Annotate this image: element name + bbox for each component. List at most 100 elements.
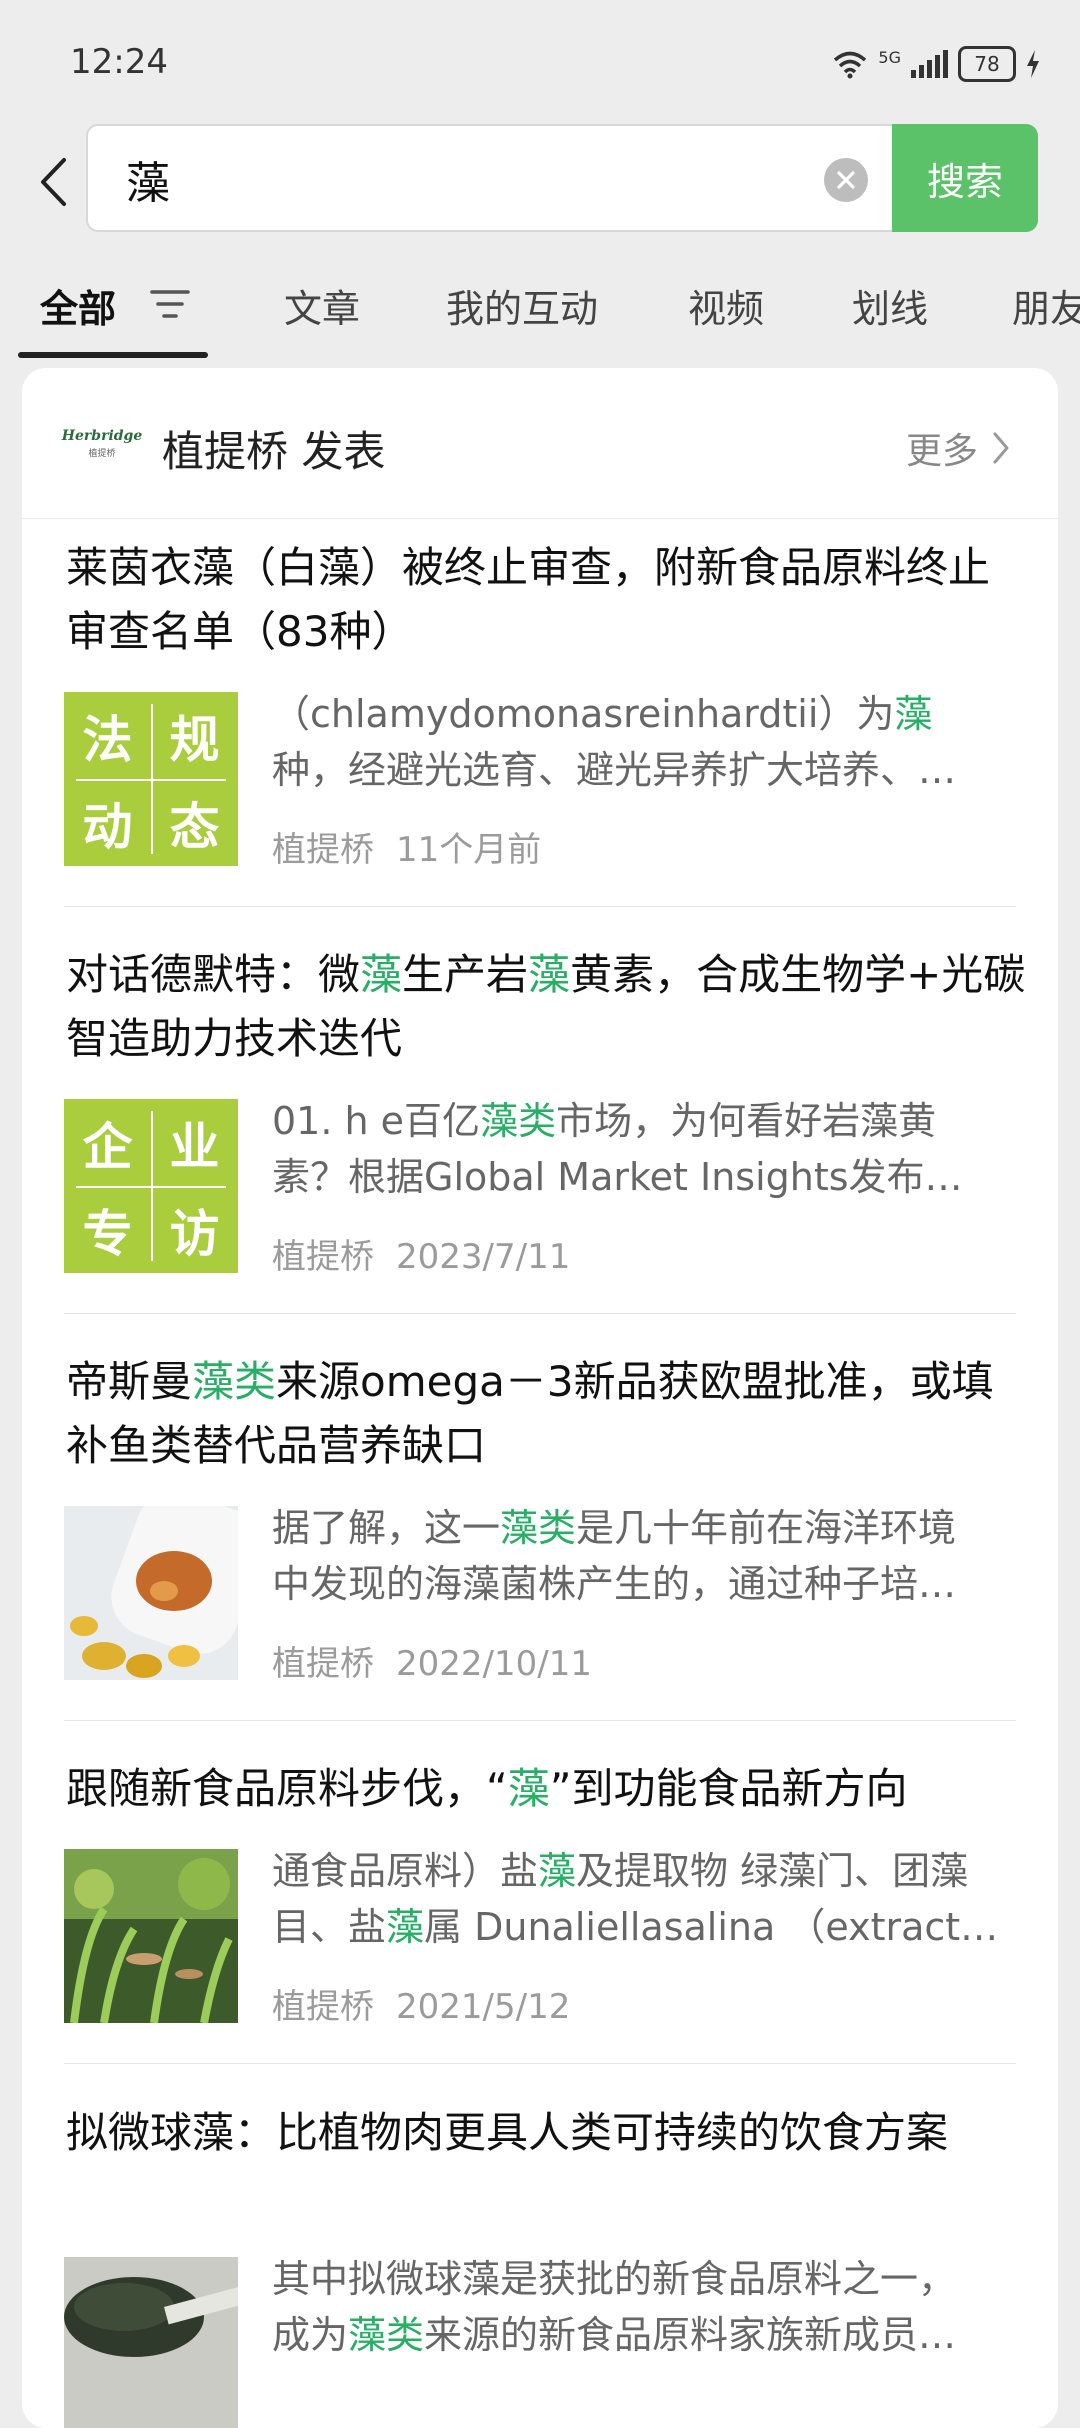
thumbnail-image [64, 1849, 238, 2023]
text-run: 生产岩 [402, 950, 529, 999]
thumbnail-image [64, 1506, 238, 1680]
article-item[interactable]: 对话德默特：微藻生产岩藻黄素，合成生物学+光碳智造助力技术迭代企业专访 01. h… [22, 925, 1058, 1332]
tab-bar: 全部 文章 我的互动 视频 划线 朋友 [0, 260, 1080, 360]
article-source: 植提桥 [272, 1237, 374, 1277]
active-tab-indicator [18, 352, 208, 358]
text-run: 据了解，这一 [272, 1506, 501, 1550]
badge-char: 规 [169, 709, 220, 769]
text-run: 成为 [272, 2313, 349, 2357]
text-run: 及提取物 绿藻门、团藻 [576, 1849, 969, 1893]
chevron-right-icon [993, 432, 1009, 464]
article-date: 2022/10/11 [396, 1644, 592, 1684]
article-snippet: 通食品原料）盐藻及提取物 绿藻门、团藻 目、盐藻属 Dunaliellasalin… [272, 1843, 1032, 1955]
keyword-highlight: 藻类 [348, 2313, 425, 2357]
text-run: 跟随新食品原料步伐，“ [66, 1764, 508, 1813]
search-box[interactable] [86, 124, 892, 232]
article-thumbnail[interactable]: 法规动态 [64, 692, 238, 866]
results-card: Herbridge 植提桥 植提桥 发表 更多 莱茵衣藻（白藻）被终止审查，附新… [22, 368, 1058, 2428]
article-snippet: （chlamydomonasreinhardtii）为藻种，经避光选育、避光异养… [272, 686, 1032, 798]
text-run: 目、盐 [272, 1905, 387, 1949]
search-header: 搜索 [0, 120, 1080, 240]
tab-underlines[interactable]: 划线 [852, 278, 928, 333]
article-divider [64, 906, 1016, 907]
text-run: 其中拟微球藻是获批的新食品原料之一， [272, 2257, 957, 2301]
text-run: 对话德默特：微 [66, 950, 361, 999]
clear-search-button[interactable] [824, 158, 868, 202]
article-thumbnail[interactable]: 企业专访 [64, 1099, 238, 1273]
tab-my-interactions[interactable]: 我的互动 [446, 278, 598, 333]
keyword-highlight: 藻 [528, 950, 571, 999]
article-source: 植提桥 [272, 830, 374, 870]
status-time: 12:24 [70, 42, 168, 82]
text-run: 中发现的海藻菌株产生的，通过种子培… [272, 1562, 957, 1606]
article-title[interactable]: 对话德默特：微藻生产岩藻黄素，合成生物学+光碳智造助力技术迭代 [66, 943, 1026, 1071]
article-meta: 植提桥 2021/5/12 [272, 1979, 570, 2028]
article-source: 植提桥 [272, 1644, 374, 1684]
keyword-highlight: 藻类 [500, 1506, 577, 1550]
snippet-line: 01. h e百亿藻类市场，为何看好岩藻黄 [272, 1093, 1032, 1149]
keyword-highlight: 藻 [894, 692, 933, 736]
search-button[interactable]: 搜索 [892, 124, 1038, 232]
article-date: 2021/5/12 [396, 1987, 571, 2027]
tab-all[interactable]: 全部 [40, 278, 116, 333]
article-thumbnail[interactable] [64, 2257, 238, 2428]
article-title[interactable]: 拟微球藻：比植物肉更具人类可持续的饮食方案 [66, 2101, 1026, 2165]
text-run: 市场，为何看好岩藻黄 [556, 1099, 937, 1143]
snippet-line: （chlamydomonasreinhardtii）为藻 [272, 686, 1032, 742]
status-bar: 12:24 5G 78 [0, 0, 1080, 120]
snippet-line: 中发现的海藻菌株产生的，通过种子培… [272, 1556, 1032, 1612]
account-title: 植提桥 发表 [162, 427, 386, 476]
article-meta: 植提桥 2022/10/11 [272, 1636, 592, 1685]
tab-videos[interactable]: 视频 [688, 278, 764, 333]
article-meta: 植提桥 2023/7/11 [272, 1229, 570, 1278]
text-run: 是几十年前在海洋环境 [576, 1506, 957, 1550]
snippet-line: 据了解，这一藻类是几十年前在海洋环境 [272, 1500, 1032, 1556]
text-run: 属 Dunaliellasalina （extract… [424, 1905, 999, 1949]
status-icons: 5G 78 [832, 46, 1040, 82]
filter-icon[interactable] [148, 286, 192, 322]
thumbnail-badge: 法规动态 [64, 692, 238, 866]
logo-text: Herbridge [61, 427, 143, 444]
badge-char: 访 [169, 1203, 220, 1263]
text-run: 拟微球藻：比植物肉更具人类可持续的饮食方案 [66, 2108, 949, 2157]
search-input[interactable] [124, 126, 808, 232]
tab-friends[interactable]: 朋友 [1012, 278, 1080, 333]
charging-icon [1027, 50, 1039, 78]
article-thumbnail[interactable] [64, 1849, 238, 2023]
article-snippet: 01. h e百亿藻类市场，为何看好岩藻黄素？根据Global Market I… [272, 1093, 1032, 1205]
snippet-line: 目、盐藻属 Dunaliellasalina （extract… [272, 1899, 1032, 1955]
article-title[interactable]: 帝斯曼藻类来源omega－3新品获欧盟批准，或填补鱼类替代品营养缺口 [66, 1350, 1026, 1478]
back-button[interactable] [28, 152, 78, 212]
article-thumbnail[interactable] [64, 1506, 238, 1680]
article-date: 11个月前 [396, 830, 542, 870]
article-title[interactable]: 莱茵衣藻（白藻）被终止审查，附新食品原料终止审查名单（83种） [66, 536, 1026, 664]
tab-articles[interactable]: 文章 [284, 278, 360, 333]
text-run: 素？根据Global Market Insights发布… [272, 1155, 963, 1199]
text-run: 来源的新食品原料家族新成员… [424, 2313, 957, 2357]
account-header[interactable]: Herbridge 植提桥 植提桥 发表 更多 [22, 368, 1058, 519]
badge-char: 态 [169, 796, 220, 856]
article-item[interactable]: 莱茵衣藻（白藻）被终止审查，附新食品原料终止审查名单（83种） 法规动态 （chla… [22, 518, 1058, 925]
badge-char: 法 [82, 709, 133, 769]
article-item[interactable]: 拟微球藻：比植物肉更具人类可持续的饮食方案其中拟微球藻是获批的新食品原料之一， 成… [22, 2083, 1058, 2428]
thumbnail-image [64, 2257, 238, 2428]
battery-level: 78 [974, 52, 1000, 76]
article-title[interactable]: 跟随新食品原料步伐，“藻”到功能食品新方向 [66, 1757, 1026, 1821]
signal-icon [911, 50, 948, 78]
close-icon [837, 171, 855, 189]
keyword-highlight: 藻类 [192, 1357, 277, 1406]
article-item[interactable]: 帝斯曼藻类来源omega－3新品获欧盟批准，或填补鱼类替代品营养缺口据了解，这一… [22, 1332, 1058, 1739]
text-run: 种，经避光选育、避光异养扩大培养、… [272, 748, 957, 792]
text-run: 01. h e百亿 [272, 1099, 481, 1143]
more-link[interactable]: 更多 [906, 422, 1010, 474]
text-run: 帝斯曼 [66, 1357, 193, 1406]
snippet-line: 通食品原料）盐藻及提取物 绿藻门、团藻 [272, 1843, 1032, 1899]
article-meta: 植提桥 11个月前 [272, 822, 541, 871]
article-snippet: 其中拟微球藻是获批的新食品原料之一， 成为藻类来源的新食品原料家族新成员… [272, 2251, 1032, 2363]
keyword-highlight: 藻 [538, 1849, 577, 1893]
chevron-left-icon [41, 158, 66, 206]
network-type: 5G [878, 47, 901, 67]
more-label: 更多 [905, 431, 978, 472]
text-run: 通食品原料）盐 [272, 1849, 539, 1893]
keyword-highlight: 藻 [360, 950, 403, 999]
